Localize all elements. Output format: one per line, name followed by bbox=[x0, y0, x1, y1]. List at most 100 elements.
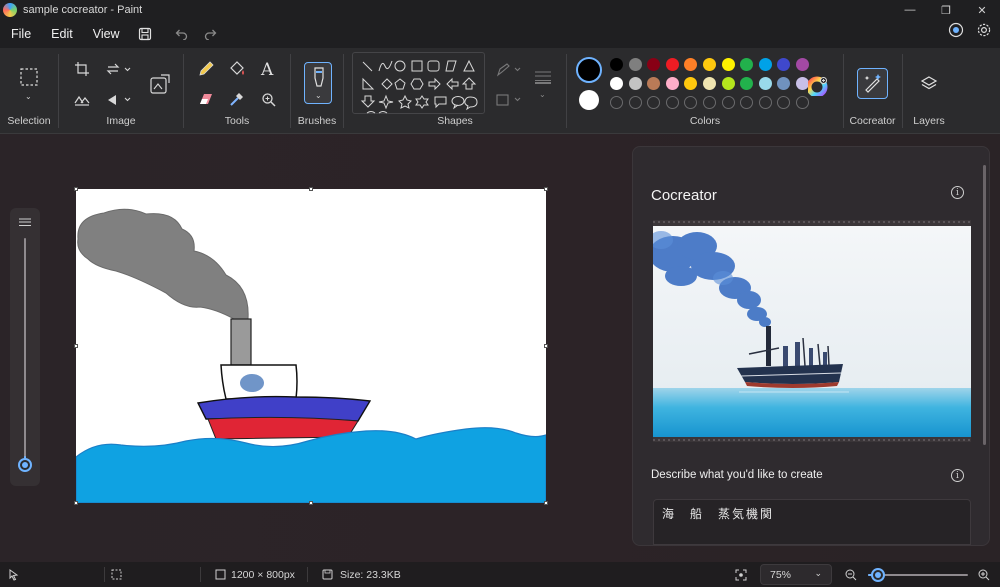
colors-label: Colors bbox=[689, 115, 721, 127]
menu-view[interactable]: View bbox=[83, 27, 130, 41]
custom-color-slot[interactable] bbox=[610, 96, 623, 109]
cocreator-info-icon[interactable]: i bbox=[951, 186, 964, 199]
resize-handle-l[interactable] bbox=[74, 344, 78, 348]
color-swatch[interactable] bbox=[721, 77, 735, 90]
color-swatch[interactable] bbox=[684, 58, 698, 71]
redo-icon[interactable] bbox=[196, 22, 226, 46]
color-swatch[interactable] bbox=[777, 77, 791, 90]
resize-handle-b[interactable] bbox=[309, 501, 313, 505]
color-swatch[interactable] bbox=[758, 77, 772, 90]
shape-fill-icon[interactable] bbox=[496, 93, 524, 110]
ribbon-toolbar: ⌄ Selection Image A Tools ⌄ Brushes ⌄ Sh… bbox=[0, 48, 1000, 134]
describe-info-icon[interactable]: i bbox=[951, 469, 964, 482]
color-swatch[interactable] bbox=[628, 77, 642, 90]
selection-chevron-down-icon[interactable]: ⌄ bbox=[25, 92, 32, 101]
magnifier-icon[interactable] bbox=[261, 92, 277, 111]
canvas-size-icon bbox=[215, 562, 226, 587]
close-icon[interactable]: ✕ bbox=[964, 0, 1000, 20]
custom-color-slot[interactable] bbox=[665, 96, 679, 109]
resize-handle-tl[interactable] bbox=[74, 187, 78, 191]
custom-color-slot[interactable] bbox=[703, 96, 716, 109]
layers-icon[interactable] bbox=[920, 75, 938, 96]
zoom-in-icon[interactable] bbox=[978, 562, 990, 587]
shape-outline-icon[interactable] bbox=[496, 63, 524, 80]
panel-scrollbar[interactable] bbox=[983, 165, 986, 445]
color-swatch[interactable] bbox=[610, 77, 623, 90]
shapes-gallery[interactable] bbox=[352, 52, 485, 114]
background-remove-icon[interactable] bbox=[74, 93, 90, 110]
secondary-color-swatch[interactable] bbox=[579, 90, 599, 110]
color-swatch[interactable] bbox=[628, 58, 642, 71]
settings-gear-icon[interactable] bbox=[976, 22, 992, 41]
custom-color-slot[interactable] bbox=[684, 96, 698, 109]
zoom-level-select[interactable]: 75% ⌄ bbox=[760, 564, 832, 585]
flip-icon[interactable] bbox=[106, 93, 132, 110]
cocreator-button[interactable] bbox=[857, 68, 888, 99]
color-swatch[interactable] bbox=[647, 77, 661, 90]
pencil-icon[interactable] bbox=[198, 61, 214, 80]
color-swatch[interactable] bbox=[740, 58, 754, 71]
color-swatch[interactable] bbox=[721, 58, 735, 71]
save-icon[interactable] bbox=[130, 22, 160, 46]
cocreator-panel: Cocreator i Describe what you'd like to … bbox=[632, 146, 990, 546]
resize-handle-tr[interactable] bbox=[544, 187, 548, 191]
account-icon[interactable] bbox=[948, 22, 964, 41]
text-tool-icon[interactable]: A bbox=[261, 60, 273, 80]
custom-color-slot[interactable] bbox=[721, 96, 735, 109]
zoom-chevron-down-icon: ⌄ bbox=[814, 568, 822, 578]
fill-bucket-icon[interactable] bbox=[228, 60, 246, 81]
resize-handle-br[interactable] bbox=[544, 501, 548, 505]
custom-color-slot[interactable] bbox=[740, 96, 754, 109]
brushes-label: Brushes bbox=[297, 115, 337, 127]
stroke-size-chevron-icon[interactable]: ⌄ bbox=[539, 90, 546, 99]
generated-image[interactable] bbox=[653, 226, 971, 437]
image-resize-icon[interactable] bbox=[150, 74, 170, 97]
selection-group: ⌄ Selection bbox=[0, 48, 58, 134]
rotate-icon[interactable] bbox=[106, 61, 132, 80]
shapes-group: ⌄ Shapes bbox=[344, 48, 566, 134]
color-swatch[interactable] bbox=[665, 77, 679, 90]
prompt-text[interactable]: 海 船 蒸気機関 bbox=[662, 505, 774, 522]
eraser-icon[interactable] bbox=[198, 92, 214, 109]
undo-icon[interactable] bbox=[166, 22, 196, 46]
primary-color-swatch[interactable] bbox=[576, 57, 602, 83]
color-picker-icon[interactable] bbox=[229, 91, 245, 110]
status-bar: 1200 × 800px Size: 23.3KB 75% ⌄ bbox=[0, 562, 1000, 587]
color-swatch[interactable] bbox=[610, 58, 623, 71]
cocreator-panel-title: Cocreator bbox=[651, 187, 717, 204]
crop-icon[interactable] bbox=[74, 61, 90, 80]
color-swatch[interactable] bbox=[665, 58, 679, 71]
color-swatch[interactable] bbox=[647, 58, 661, 71]
maximize-icon[interactable]: ❐ bbox=[928, 0, 964, 20]
resize-handle-bl[interactable] bbox=[74, 501, 78, 505]
zoom-slider[interactable] bbox=[866, 562, 970, 587]
edit-colors-icon[interactable] bbox=[806, 76, 828, 99]
generated-image-frame[interactable] bbox=[653, 220, 971, 442]
tools-group: A Tools bbox=[184, 48, 290, 134]
custom-color-slot[interactable] bbox=[758, 96, 772, 109]
prompt-input[interactable]: 海 船 蒸気機関 bbox=[653, 499, 971, 545]
color-swatch[interactable] bbox=[703, 58, 716, 71]
color-swatch[interactable] bbox=[796, 58, 809, 71]
minimize-icon[interactable]: — bbox=[892, 0, 928, 20]
menu-file[interactable]: File bbox=[0, 27, 41, 41]
drawing-canvas[interactable] bbox=[76, 189, 546, 503]
zoom-out-icon[interactable] bbox=[845, 562, 857, 587]
color-swatch[interactable] bbox=[777, 58, 791, 71]
color-swatch[interactable] bbox=[684, 77, 698, 90]
stroke-size-icon[interactable] bbox=[534, 70, 552, 87]
color-swatch[interactable] bbox=[703, 77, 716, 90]
selection-rectangle-icon[interactable] bbox=[20, 68, 38, 89]
color-swatch[interactable] bbox=[758, 58, 772, 71]
fit-to-window-icon[interactable] bbox=[735, 562, 747, 587]
custom-color-slot[interactable] bbox=[777, 96, 791, 109]
resize-handle-r[interactable] bbox=[544, 344, 548, 348]
layers-group: Layers bbox=[903, 48, 955, 134]
custom-color-slot[interactable] bbox=[628, 96, 642, 109]
resize-handle-t[interactable] bbox=[309, 187, 313, 191]
brush-size-slider[interactable] bbox=[10, 208, 40, 486]
brush-selector-button[interactable]: ⌄ bbox=[304, 62, 332, 104]
color-swatch[interactable] bbox=[740, 77, 754, 90]
custom-color-slot[interactable] bbox=[647, 96, 661, 109]
menu-edit[interactable]: Edit bbox=[41, 27, 83, 41]
